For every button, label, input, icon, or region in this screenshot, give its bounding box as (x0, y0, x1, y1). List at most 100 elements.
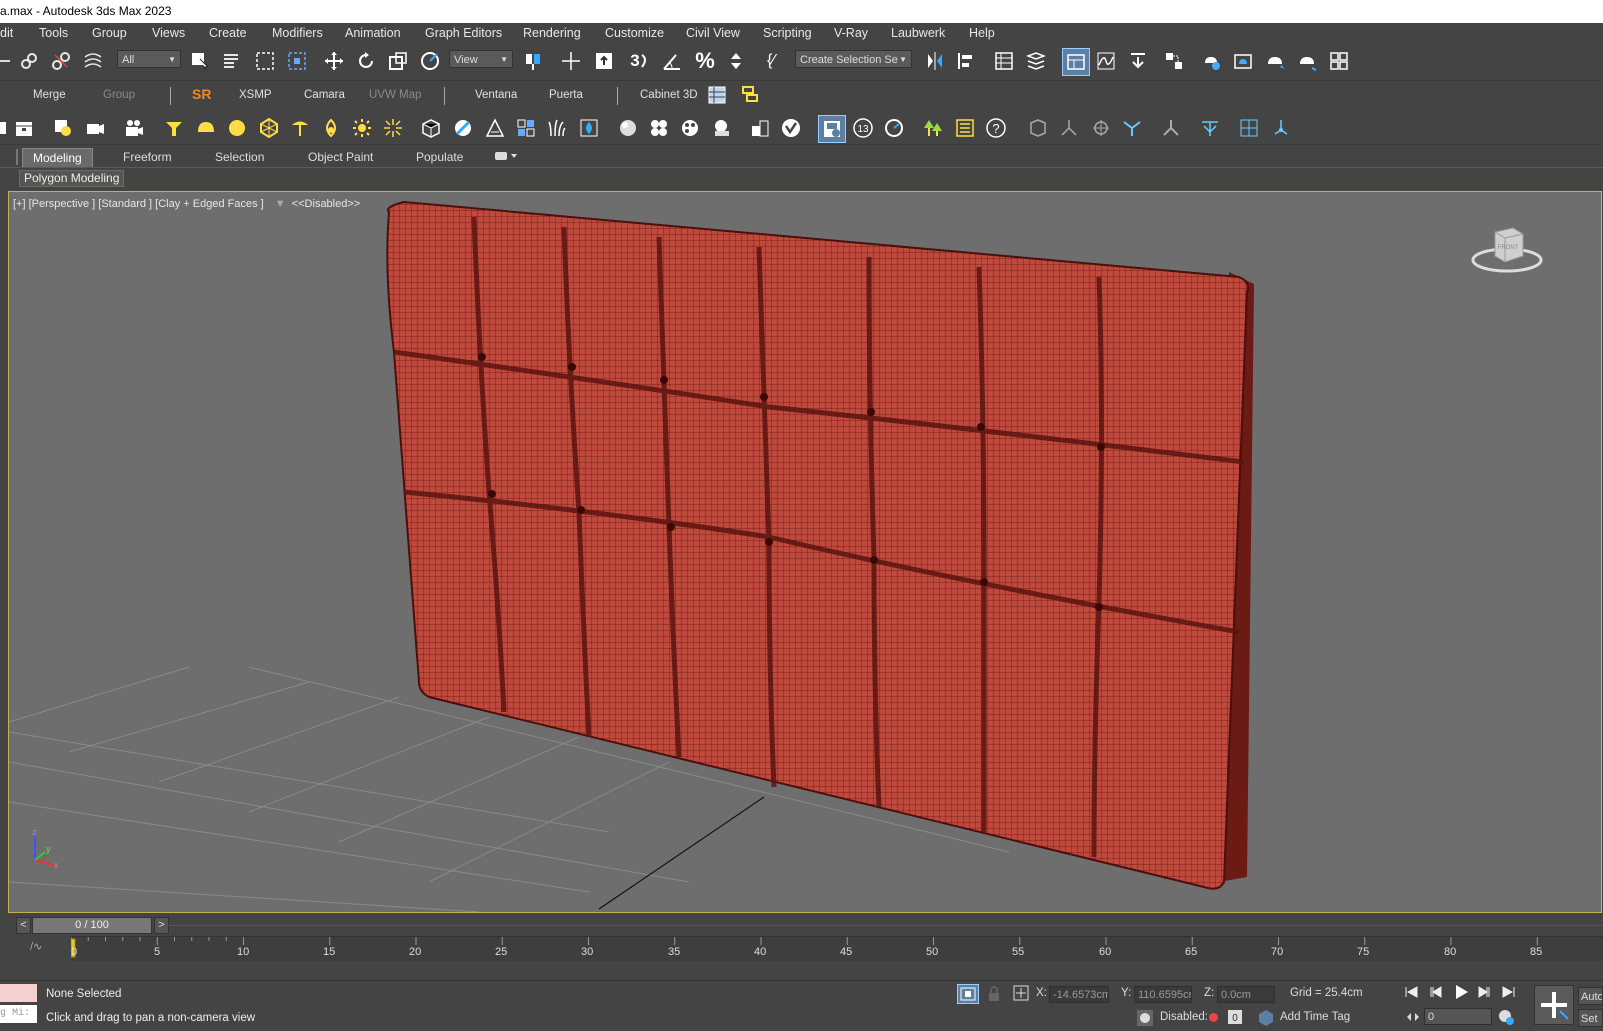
previous-key-icon[interactable] (1428, 984, 1444, 1003)
camera-stack-icon[interactable] (84, 117, 106, 139)
curve-editor-icon[interactable] (1095, 50, 1117, 72)
play-icon[interactable] (1452, 983, 1470, 1004)
link-icon[interactable] (18, 50, 40, 72)
menu-help[interactable]: Help (969, 26, 995, 40)
isolate-selection-icon[interactable] (957, 984, 979, 1004)
reference-coordinate-dropdown[interactable]: View ▼ (449, 50, 513, 68)
material-slot-icon[interactable] (52, 117, 74, 139)
spotlight-icon[interactable] (163, 117, 185, 139)
movie-camera-icon[interactable] (123, 117, 145, 139)
key-mode-toggle-icon[interactable] (1405, 1009, 1421, 1028)
curve-editor-mini-icon[interactable]: /∿ (30, 940, 42, 953)
goto-start-icon[interactable] (1403, 984, 1419, 1003)
zero-badge-icon[interactable]: 0 (1227, 1009, 1243, 1028)
list-panel-icon[interactable] (954, 117, 976, 139)
spinner-snap-icon[interactable] (725, 50, 747, 72)
menu-civil-view[interactable]: Civil View (686, 26, 740, 40)
menu-views[interactable]: Views (152, 26, 185, 40)
plane-icon[interactable] (452, 117, 474, 139)
pivot-center-icon[interactable] (522, 50, 544, 72)
merge-button[interactable]: Merge (33, 89, 66, 101)
point-helper-icon[interactable] (1121, 117, 1143, 139)
set-key-mode-button[interactable]: Set (1578, 1009, 1603, 1027)
menu-modifiers[interactable]: Modifiers (272, 26, 323, 40)
adaptive-degradation-icon[interactable] (1136, 1009, 1154, 1030)
fur-icon[interactable] (484, 117, 506, 139)
placement-icon[interactable] (419, 50, 441, 72)
frame-13-icon[interactable]: 13 (852, 117, 874, 139)
geometry-wire-icon[interactable] (1027, 117, 1049, 139)
menu-create[interactable]: Create (209, 26, 247, 40)
sky-icon[interactable] (382, 117, 404, 139)
viewport-label[interactable]: [+] [Perspective ] [Standard ] [Clay + E… (13, 198, 264, 210)
render-setup-icon[interactable] (1200, 50, 1222, 72)
keyboard-shortcut-icon[interactable] (593, 50, 615, 72)
bone-helper-icon[interactable] (1160, 117, 1182, 139)
material-palette-icon[interactable] (679, 117, 701, 139)
select-manipulate-icon[interactable] (560, 50, 582, 72)
cabinet-layout-icon[interactable] (740, 84, 762, 106)
perspective-viewport[interactable]: z y x [+] [Perspective ] [Standard ] [Cl… (8, 191, 1602, 913)
menu-customize[interactable]: Customize (605, 26, 664, 40)
absolute-transform-icon[interactable] (1013, 985, 1029, 1004)
render-production-icon[interactable] (1264, 50, 1286, 72)
material-sphere-icon[interactable] (617, 117, 639, 139)
select-object-icon[interactable] (189, 50, 211, 72)
menu-animation[interactable]: Animation (345, 26, 401, 40)
tab-modeling[interactable]: Modeling (22, 148, 93, 167)
menu-tools[interactable]: Tools (39, 26, 68, 40)
edit-named-selection-icon[interactable]: {⁄ (760, 50, 782, 72)
window-crossing-icon[interactable] (286, 50, 308, 72)
dummy-helper-icon[interactable] (1090, 117, 1112, 139)
render-in-cloud-icon[interactable] (1296, 50, 1318, 72)
proxy-icon[interactable] (420, 117, 442, 139)
ribbon-options-icon[interactable] (495, 150, 519, 162)
polygon-modeling-panel[interactable]: Polygon Modeling (19, 170, 125, 187)
prev-frame-button[interactable]: < (16, 917, 31, 934)
maxscript-mini-listener[interactable]: g Mi: (0, 1005, 37, 1023)
xsmp-button[interactable]: XSMP (239, 89, 272, 101)
auto-key-button[interactable]: Auto (1578, 987, 1603, 1005)
sun-icon[interactable] (351, 117, 373, 139)
grid-helper-icon[interactable] (1238, 117, 1260, 139)
schematic-view-icon[interactable] (1127, 50, 1149, 72)
axis-tripod-icon[interactable] (1058, 117, 1080, 139)
viewport-filter-label[interactable]: <<Disabled>> (292, 198, 361, 210)
grass-icon[interactable] (546, 117, 568, 139)
align-icon[interactable] (955, 50, 977, 72)
scene-explorer-icon[interactable] (993, 50, 1015, 72)
convert-material-icon[interactable] (749, 117, 771, 139)
rendered-frame-window-icon[interactable] (1232, 50, 1254, 72)
rect-selection-icon[interactable] (254, 50, 276, 72)
box-partial-icon[interactable] (0, 117, 14, 139)
ventana-button[interactable]: Ventana (475, 89, 517, 101)
menu-graph-editors[interactable]: Graph Editors (425, 26, 502, 40)
percent-snap-icon[interactable]: % (694, 48, 716, 73)
menu-laubwerk[interactable]: Laubwerk (891, 26, 945, 40)
tab-object-paint[interactable]: Object Paint (298, 148, 383, 166)
tape-helper-icon[interactable] (1270, 117, 1292, 139)
ambient-light-icon[interactable] (320, 117, 342, 139)
selection-lock-icon[interactable] (987, 986, 1001, 1005)
table-icon[interactable] (706, 84, 728, 106)
container-icon[interactable] (13, 117, 35, 139)
viewcube[interactable]: FRONT (1471, 220, 1543, 276)
puerta-button[interactable]: Puerta (549, 89, 583, 101)
a360-gallery-icon[interactable] (1328, 50, 1350, 72)
sr-button[interactable]: SR (192, 86, 211, 102)
timer-icon[interactable] (883, 117, 905, 139)
sphere-light-icon[interactable] (226, 117, 248, 139)
time-slider-track[interactable] (168, 925, 1603, 926)
dome-light-icon[interactable] (195, 117, 217, 139)
bind-space-warp-icon[interactable] (82, 50, 104, 72)
select-by-name-icon[interactable] (221, 50, 243, 72)
set-key-button[interactable] (1534, 985, 1574, 1025)
current-frame-field[interactable]: 0 (1424, 1008, 1492, 1025)
uvw-map-button[interactable]: UVW Map (369, 89, 421, 101)
instancer-icon[interactable] (515, 117, 537, 139)
cabinet-3d-button[interactable]: Cabinet 3D (640, 89, 698, 101)
y-coordinate-field[interactable]: 110.6595cm (1134, 986, 1192, 1003)
skin-helper-icon[interactable] (1199, 117, 1221, 139)
move-icon[interactable] (323, 50, 345, 72)
frame-buffer-icon[interactable] (818, 115, 846, 143)
